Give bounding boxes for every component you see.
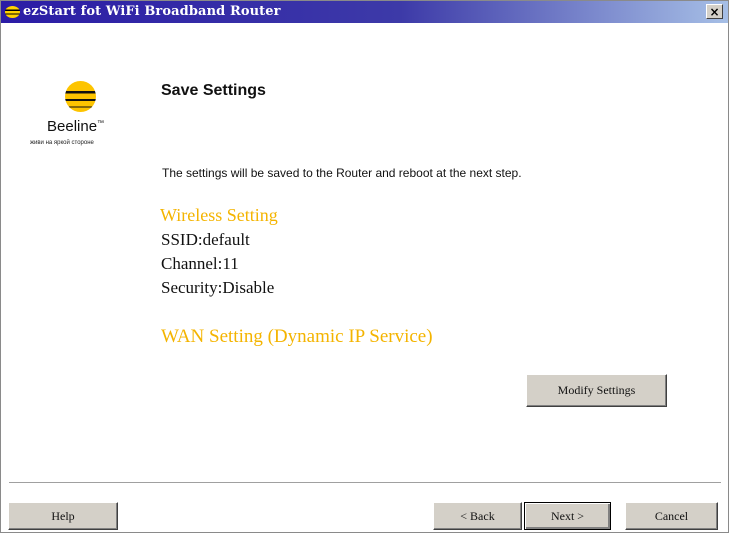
help-button[interactable]: Help — [8, 502, 118, 530]
logo-brand-name: Beeline™ — [47, 118, 104, 135]
ssid-value: SSID:default — [161, 230, 250, 249]
wizard-window: ezStart fot WiFi Broadband Router × Beel… — [0, 0, 729, 533]
wireless-section-title: Wireless Setting — [160, 205, 278, 225]
modify-settings-button[interactable]: Modify Settings — [526, 374, 667, 407]
logo-trademark: ™ — [97, 120, 105, 127]
logo-slogan: живи на яркой стороне — [30, 140, 94, 146]
page-title: Save Settings — [161, 82, 266, 99]
security-value: Security:Disable — [161, 278, 275, 297]
close-icon: × — [709, 4, 720, 19]
app-icon — [5, 6, 20, 18]
cancel-button[interactable]: Cancel — [625, 502, 718, 530]
channel-value: Channel:11 — [161, 254, 239, 273]
next-button[interactable]: Next > — [524, 502, 611, 530]
beeline-logo-icon — [65, 81, 96, 112]
close-button[interactable]: × — [706, 4, 723, 19]
logo-brand-text: Beeline — [47, 118, 98, 135]
beeline-logo: Beeline™ живи на яркой стороне — [25, 81, 105, 171]
footer-divider — [9, 482, 721, 484]
page-description: The settings will be saved to the Router… — [162, 166, 522, 180]
back-button[interactable]: < Back — [433, 502, 522, 530]
wan-section-title: WAN Setting (Dynamic IP Service) — [161, 326, 433, 347]
window-title: ezStart fot WiFi Broadband Router — [23, 4, 281, 19]
title-bar[interactable]: ezStart fot WiFi Broadband Router × — [1, 1, 728, 23]
